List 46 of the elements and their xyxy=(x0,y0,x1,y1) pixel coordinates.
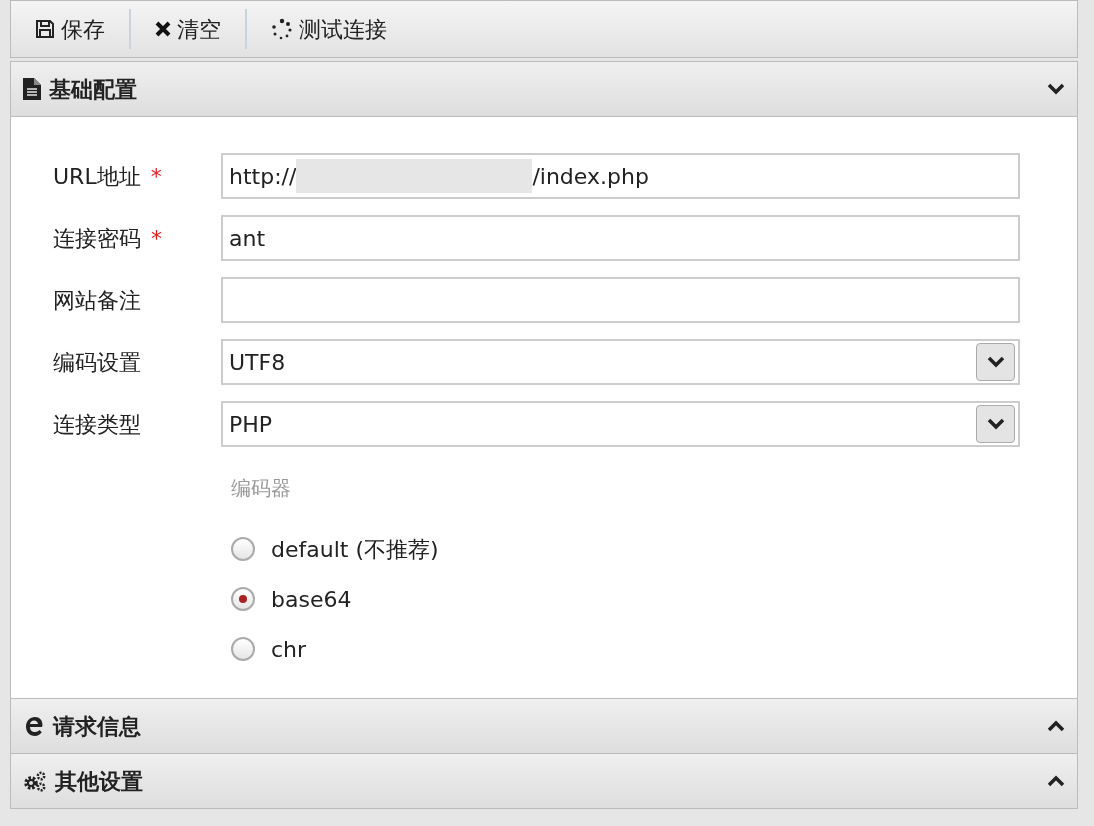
text-field[interactable]: http:// /index.php xyxy=(221,153,1020,199)
save-icon xyxy=(35,19,55,39)
radio-label: base64 xyxy=(271,585,352,614)
required-asterisk: * xyxy=(151,224,162,253)
required-asterisk: * xyxy=(150,162,162,191)
save-button[interactable]: 保存 xyxy=(23,9,117,49)
chevron-down-icon xyxy=(1047,83,1065,95)
radio-label: chr xyxy=(271,635,307,664)
select-field[interactable]: UTF8 xyxy=(221,339,1020,385)
clear-button[interactable]: 清空 xyxy=(143,9,233,49)
dropdown-button[interactable] xyxy=(976,405,1015,443)
section-title: 其他设置 xyxy=(55,767,144,796)
spinner-icon xyxy=(271,18,293,40)
dropdown-button[interactable] xyxy=(976,343,1015,381)
test-button[interactable]: 测试连接 xyxy=(259,9,399,49)
text-field[interactable] xyxy=(221,277,1020,323)
radio-button[interactable] xyxy=(231,537,255,561)
field-label: 连接类型 xyxy=(53,410,141,439)
gears-icon xyxy=(23,770,47,792)
section-title: 基础配置 xyxy=(49,75,138,104)
group-label: 编码器 xyxy=(231,475,292,502)
radio-button[interactable] xyxy=(231,637,255,661)
chevron-up-icon xyxy=(1047,775,1065,787)
field-label: 编码设置 xyxy=(53,348,141,377)
section-header[interactable]: 其他设置 xyxy=(10,753,1078,809)
field-value: /index.php xyxy=(532,162,649,191)
field-value: http:// xyxy=(229,162,297,191)
section-header[interactable]: 请求信息 xyxy=(10,698,1078,754)
radio-label: default (不推荐) xyxy=(271,535,439,564)
field-value: ant xyxy=(229,224,266,253)
chevron-up-icon xyxy=(1047,720,1065,732)
section-title: 请求信息 xyxy=(53,712,142,741)
field-value: PHP xyxy=(229,410,273,439)
chevron-down-icon xyxy=(986,418,1005,430)
radio-button[interactable] xyxy=(231,587,255,611)
section-header[interactable]: 基础配置 xyxy=(10,61,1078,117)
field-label: 连接密码 xyxy=(53,224,141,253)
chevron-down-icon xyxy=(986,356,1005,368)
close-icon xyxy=(155,21,171,37)
field-label: 网站备注 xyxy=(53,286,141,315)
document-icon xyxy=(23,78,41,100)
text-field[interactable]: ant xyxy=(221,215,1020,261)
browser-e-icon xyxy=(23,715,45,737)
select-field[interactable]: PHP xyxy=(221,401,1020,447)
field-label: URL地址 xyxy=(53,162,141,191)
field-value: UTF8 xyxy=(229,348,286,377)
